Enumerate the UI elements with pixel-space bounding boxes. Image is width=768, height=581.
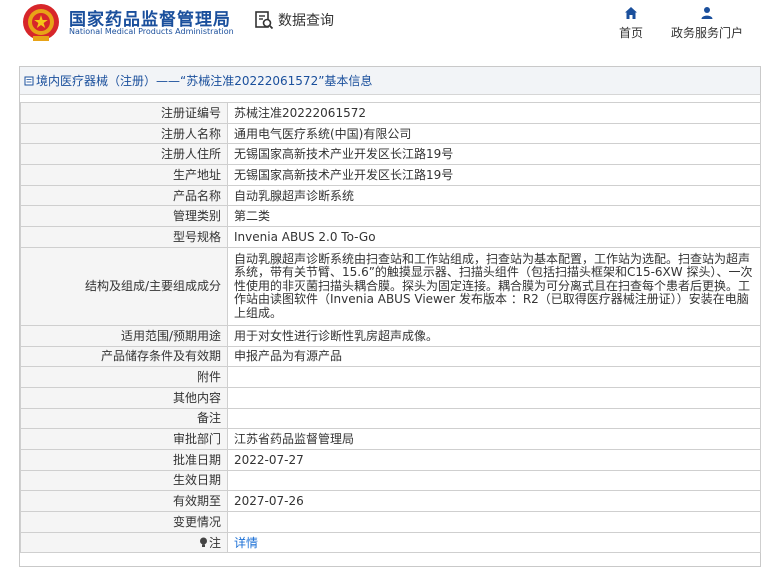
field-value: 通用电气医疗系统(中国)有限公司	[227, 122, 761, 145]
field-label: 管理类别	[20, 205, 228, 228]
field-value: 申报产品为有源产品	[227, 345, 761, 368]
field-value: 详情	[227, 531, 761, 554]
lightbulb-icon	[199, 537, 207, 547]
field-label: 注册人住所	[20, 143, 228, 166]
user-icon	[701, 7, 713, 19]
table-row: 批准日期 2022-07-27	[20, 448, 761, 471]
table-row: 备注	[20, 407, 761, 430]
field-label: 适用范围/预期用途	[20, 324, 228, 347]
field-label: 批准日期	[20, 448, 228, 471]
site-header: 国家药品监督管理局 National Medical Products Admi…	[0, 0, 768, 52]
table-row: 适用范围/预期用途 用于对女性进行诊断性乳房超声成像。	[20, 324, 761, 347]
data-query-icon	[255, 11, 274, 30]
national-emblem-icon[interactable]	[20, 2, 62, 44]
field-value: 江苏省药品监督管理局	[227, 428, 761, 450]
note-label: 注	[208, 535, 221, 550]
field-label: 产品储存条件及有效期	[20, 345, 228, 368]
field-value: 自动乳腺超声诊断系统由扫查站和工作站组成，扫查站为基本配置，工作站为选配。扫查站…	[227, 246, 761, 326]
field-value: 无锡国家高新技术产业开发区长江路19号	[227, 143, 761, 166]
field-value: 自动乳腺超声诊断系统	[227, 184, 761, 207]
home-icon	[625, 7, 637, 19]
field-label: 附件	[20, 366, 228, 388]
nav-portal[interactable]: 政务服务门户	[670, 6, 744, 41]
info-table: 注册证编号 苏械注准20222061572 注册人名称 通用电气医疗系统(中国)有限…	[20, 102, 761, 554]
table-row: 注 详情	[20, 531, 761, 554]
breadcrumb: 境内医疗器械（注册）——“苏械注准20222061572”基本信息	[20, 67, 760, 95]
field-label: 生效日期	[20, 469, 228, 492]
table-row: 注册证编号 苏械注准20222061572	[20, 102, 761, 124]
table-row: 变更情况	[20, 511, 761, 533]
field-label: 备注	[20, 407, 228, 430]
details-link[interactable]: 详情	[234, 536, 258, 550]
field-value: Invenia ABUS 2.0 To-Go	[227, 226, 761, 248]
table-row: 生产地址 无锡国家高新技术产业开发区长江路19号	[20, 164, 761, 186]
field-value: 2027-07-26	[227, 490, 761, 512]
field-value: 无锡国家高新技术产业开发区长江路19号	[227, 164, 761, 186]
field-label: 注册人名称	[20, 122, 228, 145]
field-value: 第二类	[227, 205, 761, 228]
table-row: 注册人住所 无锡国家高新技术产业开发区长江路19号	[20, 143, 761, 166]
nav-portal-label: 政务服务门户	[670, 26, 743, 40]
field-value: 苏械注准20222061572	[227, 102, 761, 124]
field-label: 注册证编号	[20, 102, 228, 124]
field-label: 生产地址	[20, 164, 228, 186]
data-query-label: 数据查询	[278, 13, 334, 29]
table-row: 审批部门 江苏省药品监督管理局	[20, 428, 761, 450]
table-row: 产品储存条件及有效期 申报产品为有源产品	[20, 345, 761, 368]
table-row: 产品名称 自动乳腺超声诊断系统	[20, 184, 761, 207]
field-label: 变更情况	[20, 511, 228, 533]
field-value	[227, 386, 761, 409]
table-row: 注册人名称 通用电气医疗系统(中国)有限公司	[20, 122, 761, 145]
field-label: 结构及组成/主要组成成分	[20, 246, 228, 326]
data-query-nav[interactable]: 数据查询	[254, 9, 334, 31]
table-row: 型号规格 Invenia ABUS 2.0 To-Go	[20, 226, 761, 248]
note-label-cell: 注	[20, 531, 228, 554]
nav-home[interactable]: 首页	[616, 6, 646, 41]
field-value	[227, 366, 761, 388]
info-panel: 境内医疗器械（注册）——“苏械注准20222061572”基本信息 注册证编号苏…	[19, 66, 761, 567]
field-label: 型号规格	[20, 226, 228, 248]
table-row: 有效期至 2027-07-26	[20, 490, 761, 512]
field-label: 产品名称	[20, 184, 228, 207]
table-row: 附件	[20, 366, 761, 388]
field-value	[227, 407, 761, 430]
table-row: 生效日期	[20, 469, 761, 492]
document-icon	[24, 76, 34, 85]
table-row: 结构及组成/主要组成成分 自动乳腺超声诊断系统由扫查站和工作站组成，扫查站为基本配…	[20, 246, 761, 326]
table-row: 其他内容	[20, 386, 761, 409]
field-label: 审批部门	[20, 428, 228, 450]
field-value: 用于对女性进行诊断性乳房超声成像。	[227, 324, 761, 347]
field-label: 其他内容	[20, 386, 228, 409]
field-value: 2022-07-27	[227, 448, 761, 471]
table-row: 管理类别 第二类	[20, 205, 761, 228]
field-value	[227, 511, 761, 533]
nav-home-label: 首页	[618, 26, 643, 40]
field-label: 有效期至	[20, 490, 228, 512]
site-subtitle: National Medical Products Administration	[69, 27, 234, 36]
field-value	[227, 469, 761, 492]
breadcrumb-text[interactable]: 境内医疗器械（注册）——“苏械注准20222061572”基本信息	[36, 72, 372, 89]
